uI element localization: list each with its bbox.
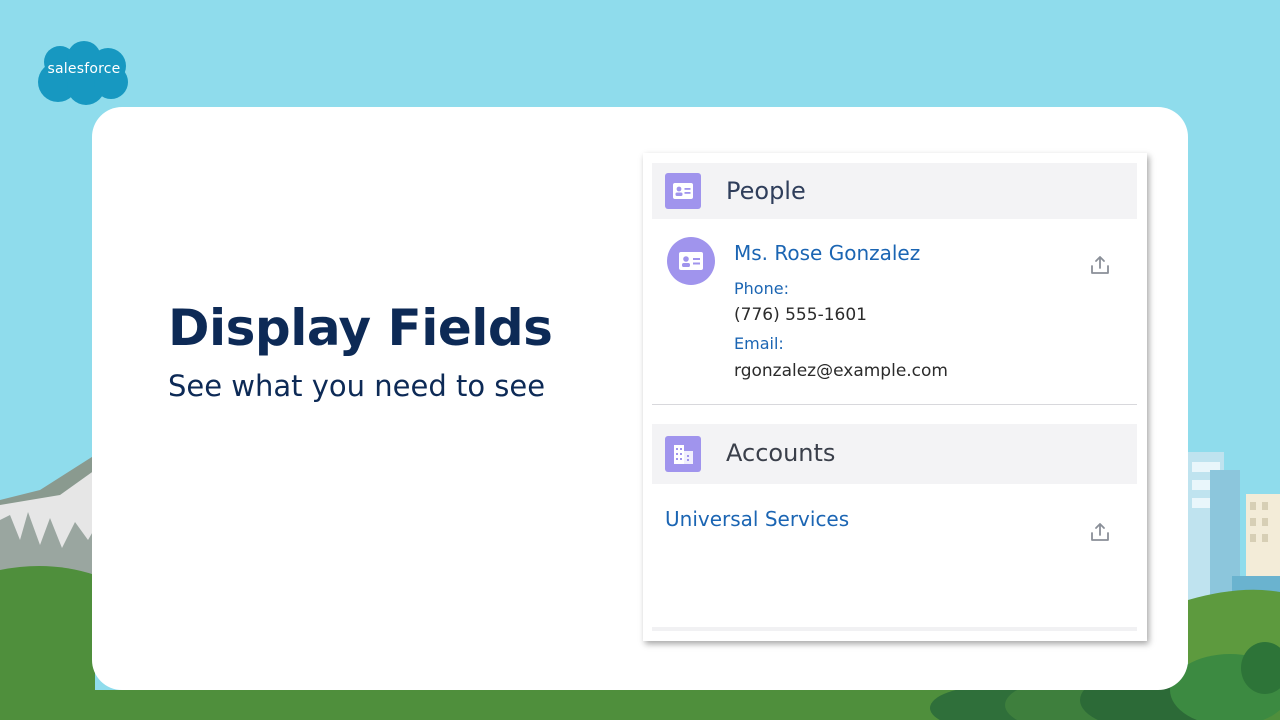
page-subtitle: See what you need to see — [168, 369, 546, 403]
share-icon[interactable] — [1089, 521, 1111, 543]
salesforce-logo[interactable]: salesforce — [36, 40, 132, 106]
slide-card: Display Fields See what you need to see … — [92, 107, 1188, 690]
email-value: rgonzalez@example.com — [734, 361, 948, 381]
share-icon[interactable] — [1089, 254, 1111, 276]
accounts-section-header[interactable]: Accounts — [652, 424, 1137, 484]
contact-card-icon — [679, 252, 703, 270]
building-icon — [665, 436, 701, 472]
logo-wordmark: salesforce — [47, 61, 121, 77]
contact-avatar — [667, 237, 715, 285]
people-section-header[interactable]: People — [652, 163, 1137, 219]
related-records-panel: People Ms. Rose Gonzalez Phone: (776) 55… — [643, 153, 1147, 641]
phone-label: Phone: — [734, 279, 789, 298]
phone-value: (776) 555-1601 — [734, 305, 867, 325]
contact-name-link[interactable]: Ms. Rose Gonzalez — [734, 241, 920, 265]
contact-card-icon — [665, 173, 701, 209]
section-divider — [652, 404, 1137, 405]
email-label: Email: — [734, 334, 784, 353]
account-name-link[interactable]: Universal Services — [665, 507, 849, 531]
page-title: Display Fields — [168, 299, 553, 357]
panel-footer-line — [652, 627, 1137, 631]
accounts-section-title: Accounts — [726, 439, 836, 467]
people-section-title: People — [726, 177, 806, 205]
